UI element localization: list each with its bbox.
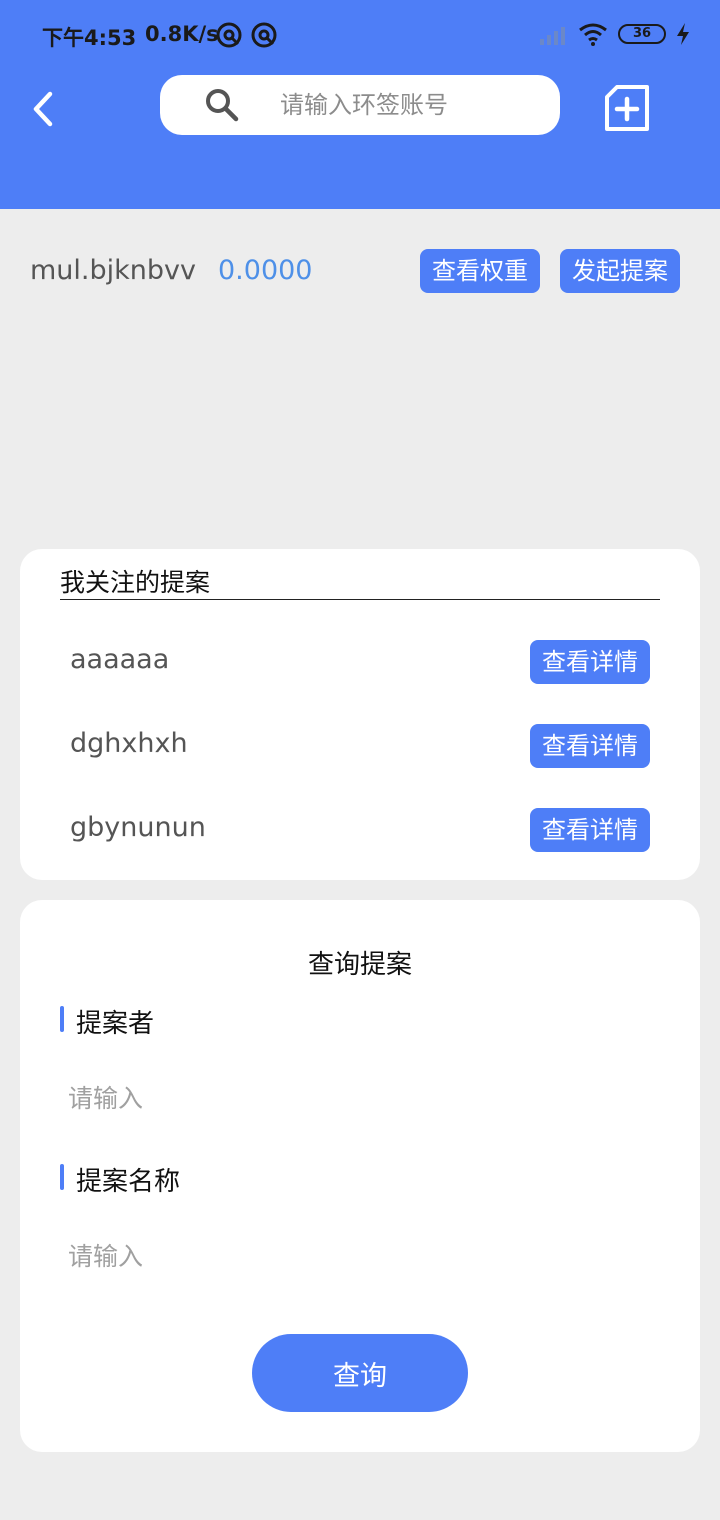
status-network-speed: 0.8K/s <box>145 22 219 46</box>
add-square-icon[interactable] <box>603 84 651 132</box>
notification-app-icon <box>251 22 277 48</box>
divider <box>60 599 660 600</box>
query-button[interactable]: 查询 <box>252 1334 468 1412</box>
status-indicators: 36 <box>540 22 690 46</box>
view-details-button[interactable]: 查看详情 <box>530 640 650 684</box>
battery-indicator: 36 <box>618 24 666 44</box>
header: 下午4:53 0.8K/s 36 <box>0 0 720 209</box>
watched-proposals-title: 我关注的提案 <box>60 568 211 597</box>
proposal-name: aaaaaa <box>70 644 170 675</box>
query-proposals-card: 查询提案 提案者 提案名称 查询 <box>20 900 700 1452</box>
account-name: mul.bjknbvv <box>30 255 196 286</box>
wifi-icon <box>579 23 607 46</box>
create-proposal-button[interactable]: 发起提案 <box>560 249 680 293</box>
status-bar: 下午4:53 0.8K/s 36 <box>0 0 720 70</box>
proposal-name-input[interactable] <box>68 1234 648 1278</box>
notification-app-icon <box>216 22 242 48</box>
proposal-name: dghxhxh <box>70 728 188 759</box>
view-details-button[interactable]: 查看详情 <box>530 808 650 852</box>
proposal-name: gbynunun <box>70 812 206 843</box>
view-details-button[interactable]: 查看详情 <box>530 724 650 768</box>
back-chevron-icon[interactable] <box>26 88 62 130</box>
list-item: aaaaaa 查看详情 <box>20 640 700 684</box>
account-search-input[interactable] <box>280 75 540 135</box>
proposer-label: 提案者 <box>60 1003 154 1040</box>
list-item: gbynunun 查看详情 <box>20 808 700 852</box>
status-time: 下午4:53 <box>42 26 137 50</box>
query-title: 查询提案 <box>307 950 412 980</box>
proposal-name-label: 提案名称 <box>60 1161 180 1198</box>
search-bar[interactable] <box>160 75 560 135</box>
charging-icon <box>677 23 689 45</box>
account-balance: 0.0000 <box>218 255 313 286</box>
search-icon <box>206 89 239 122</box>
signal-icon <box>540 27 565 45</box>
watched-proposals-card: 我关注的提案 aaaaaa 查看详情 dghxhxh 查看详情 gbynunun… <box>20 549 700 880</box>
view-weight-button[interactable]: 查看权重 <box>420 249 540 293</box>
proposer-input[interactable] <box>68 1076 648 1120</box>
list-item: dghxhxh 查看详情 <box>20 724 700 768</box>
